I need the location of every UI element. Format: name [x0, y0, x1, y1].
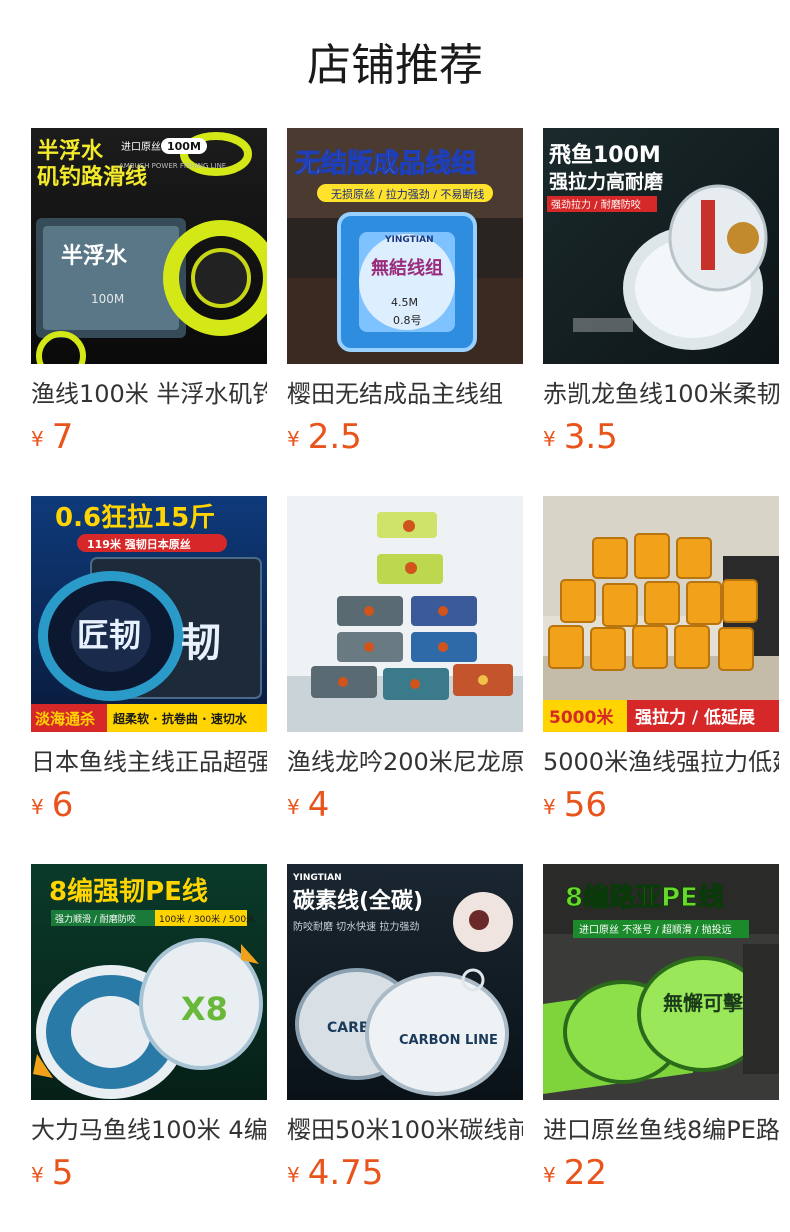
svg-text:淡海通杀: 淡海通杀 [35, 710, 95, 728]
price-value: 22 [563, 1153, 607, 1193]
brand-logo-text: 半浮水 [61, 243, 128, 269]
svg-text:强拉力 / 低延展: 强拉力 / 低延展 [635, 707, 755, 728]
svg-text:8编强韧PE线: 8编强韧PE线 [49, 876, 208, 907]
svg-text:CARBON LINE: CARBON LINE [399, 1033, 498, 1048]
currency-symbol: ¥ [287, 1163, 300, 1187]
svg-text:半浮水: 半浮水 [37, 138, 104, 164]
product-price: ¥22 [543, 1150, 607, 1196]
product-image[interactable]: 0.6狂拉15斤 119米 强韧日本原丝 匠韧 韧 淡海通杀 超柔软 · 抗卷曲… [31, 496, 267, 732]
product-price: ¥4 [287, 782, 329, 828]
svg-text:超柔软 · 抗卷曲 · 速切水: 超柔软 · 抗卷曲 · 速切水 [112, 711, 248, 726]
page-title: 店铺推荐 [307, 40, 483, 91]
product-price: ¥7 [31, 414, 73, 460]
product-grid: 半浮水 100M 半浮水 矶钓路滑线 进口原丝 100M AMBUSH POWE… [31, 128, 790, 1228]
product-price: ¥56 [543, 782, 607, 828]
svg-text:AMBUSH POWER FISHING LINE: AMBUSH POWER FISHING LINE [119, 162, 226, 170]
product-card[interactable]: 无结版成品线组 无损原丝 / 拉力强劲 / 不易断线 YINGTIAN 無結线组… [287, 128, 523, 468]
product-price: ¥5 [31, 1150, 73, 1196]
product-image[interactable]: 飛鱼100M 强拉力高耐磨 强劲拉力 / 耐磨防咬 [543, 128, 779, 364]
product-price: ¥4.75 [287, 1150, 383, 1196]
svg-text:碳素线(全碳): 碳素线(全碳) [293, 888, 423, 914]
product-card[interactable]: 渔线龙吟200米尼龙原丝 ¥4 [287, 496, 523, 836]
product-image[interactable]: 半浮水 100M 半浮水 矶钓路滑线 进口原丝 100M AMBUSH POWE… [31, 128, 267, 364]
price-value: 4.75 [307, 1153, 384, 1193]
product-name[interactable]: 渔线100米 半浮水矶钓路滑线 [31, 376, 267, 412]
product-name[interactable]: 日本鱼线主线正品超强拉力 [31, 744, 267, 780]
svg-text:匠韧: 匠韧 [77, 616, 141, 654]
svg-text:YINGTIAN: YINGTIAN [384, 235, 434, 245]
svg-text:0.6狂拉15斤: 0.6狂拉15斤 [55, 502, 215, 533]
product-price: ¥6 [31, 782, 73, 828]
product-card[interactable]: 8编路亚PE线 进口原丝 不涨号 / 超顺滑 / 抛投远 無懈可擊 进口原丝鱼线… [543, 864, 779, 1204]
product-price: ¥3.5 [543, 414, 618, 460]
price-value: 7 [51, 417, 74, 457]
svg-text:5000米: 5000米 [549, 707, 614, 728]
currency-symbol: ¥ [31, 1163, 44, 1187]
product-image[interactable]: 无结版成品线组 无损原丝 / 拉力强劲 / 不易断线 YINGTIAN 無結线组… [287, 128, 523, 364]
product-card[interactable]: 0.6狂拉15斤 119米 强韧日本原丝 匠韧 韧 淡海通杀 超柔软 · 抗卷曲… [31, 496, 267, 836]
price-value: 3.5 [563, 417, 618, 457]
svg-text:无结版成品线组: 无结版成品线组 [295, 148, 477, 179]
product-image[interactable] [287, 496, 523, 732]
svg-text:进口原丝 不涨号 / 超顺滑 / 抛投远: 进口原丝 不涨号 / 超顺滑 / 抛投远 [579, 923, 732, 936]
currency-symbol: ¥ [287, 427, 300, 451]
currency-symbol: ¥ [31, 427, 44, 451]
currency-symbol: ¥ [31, 795, 44, 819]
currency-symbol: ¥ [287, 795, 300, 819]
svg-text:飛鱼100M: 飛鱼100M [549, 142, 661, 168]
currency-symbol: ¥ [543, 795, 556, 819]
svg-text:进口原丝: 进口原丝 [121, 141, 161, 153]
product-name[interactable]: 渔线龙吟200米尼龙原丝 [287, 744, 523, 780]
svg-text:无损原丝 / 拉力强劲 / 不易断线: 无损原丝 / 拉力强劲 / 不易断线 [331, 187, 484, 201]
product-image[interactable]: 8编路亚PE线 进口原丝 不涨号 / 超顺滑 / 抛投远 無懈可擊 [543, 864, 779, 1100]
product-name[interactable]: 樱田无结成品主线组 [287, 376, 523, 412]
product-card[interactable]: 飛鱼100M 强拉力高耐磨 强劲拉力 / 耐磨防咬 赤凯龙鱼线100米柔韧 ¥3… [543, 128, 779, 468]
svg-text:强力顺滑 / 耐磨防咬: 强力顺滑 / 耐磨防咬 [55, 913, 136, 925]
product-name[interactable]: 5000米渔线强拉力低延展 [543, 744, 779, 780]
svg-text:强拉力高耐磨: 强拉力高耐磨 [549, 170, 663, 193]
svg-text:X8: X8 [181, 990, 228, 1028]
svg-text:YINGTIAN: YINGTIAN [292, 873, 342, 883]
currency-symbol: ¥ [543, 1163, 556, 1187]
price-value: 6 [51, 785, 74, 825]
product-card[interactable]: YINGTIAN 碳素线(全碳) 防咬耐磨 切水快速 拉力强劲 CARBON C… [287, 864, 523, 1204]
svg-text:4.5M: 4.5M [391, 296, 418, 309]
product-image[interactable]: YINGTIAN 碳素线(全碳) 防咬耐磨 切水快速 拉力强劲 CARBON C… [287, 864, 523, 1100]
product-image[interactable]: 5000米 强拉力 / 低延展 [543, 496, 779, 732]
product-card[interactable]: 5000米 强拉力 / 低延展 5000米渔线强拉力低延展 ¥56 [543, 496, 779, 836]
product-card[interactable]: 8编强韧PE线 强力顺滑 / 耐磨防咬 100米 / 300米 / 500米 X… [31, 864, 267, 1204]
svg-text:100M: 100M [167, 140, 201, 153]
product-name[interactable]: 樱田50米100米碳线前导线 [287, 1112, 523, 1148]
product-price: ¥2.5 [287, 414, 362, 460]
price-value: 2.5 [307, 417, 362, 457]
svg-text:無懈可擊: 無懈可擊 [663, 991, 744, 1015]
product-name[interactable]: 大力马鱼线100米 4编8编 [31, 1112, 267, 1148]
product-name[interactable]: 赤凯龙鱼线100米柔韧 [543, 376, 779, 412]
svg-text:100M: 100M [91, 292, 124, 306]
svg-text:8编路亚PE线: 8编路亚PE线 [565, 882, 724, 913]
svg-text:無結线组: 無結线组 [371, 257, 443, 279]
svg-text:防咬耐磨 切水快速 拉力强劲: 防咬耐磨 切水快速 拉力强劲 [293, 920, 419, 933]
price-value: 5 [51, 1153, 74, 1193]
product-name[interactable]: 进口原丝鱼线8编PE路亚线 [543, 1112, 779, 1148]
price-value: 4 [307, 785, 330, 825]
svg-text:韧: 韧 [181, 620, 221, 666]
svg-text:强劲拉力 / 耐磨防咬: 强劲拉力 / 耐磨防咬 [551, 198, 641, 211]
product-image[interactable]: 8编强韧PE线 强力顺滑 / 耐磨防咬 100米 / 300米 / 500米 X… [31, 864, 267, 1100]
price-value: 56 [563, 785, 607, 825]
svg-text:119米 强韧日本原丝: 119米 强韧日本原丝 [87, 537, 191, 551]
currency-symbol: ¥ [543, 427, 556, 451]
product-card[interactable]: 半浮水 100M 半浮水 矶钓路滑线 进口原丝 100M AMBUSH POWE… [31, 128, 267, 468]
svg-text:100米 / 300米 / 500米: 100米 / 300米 / 500米 [159, 913, 255, 925]
svg-text:0.8号: 0.8号 [393, 314, 422, 327]
